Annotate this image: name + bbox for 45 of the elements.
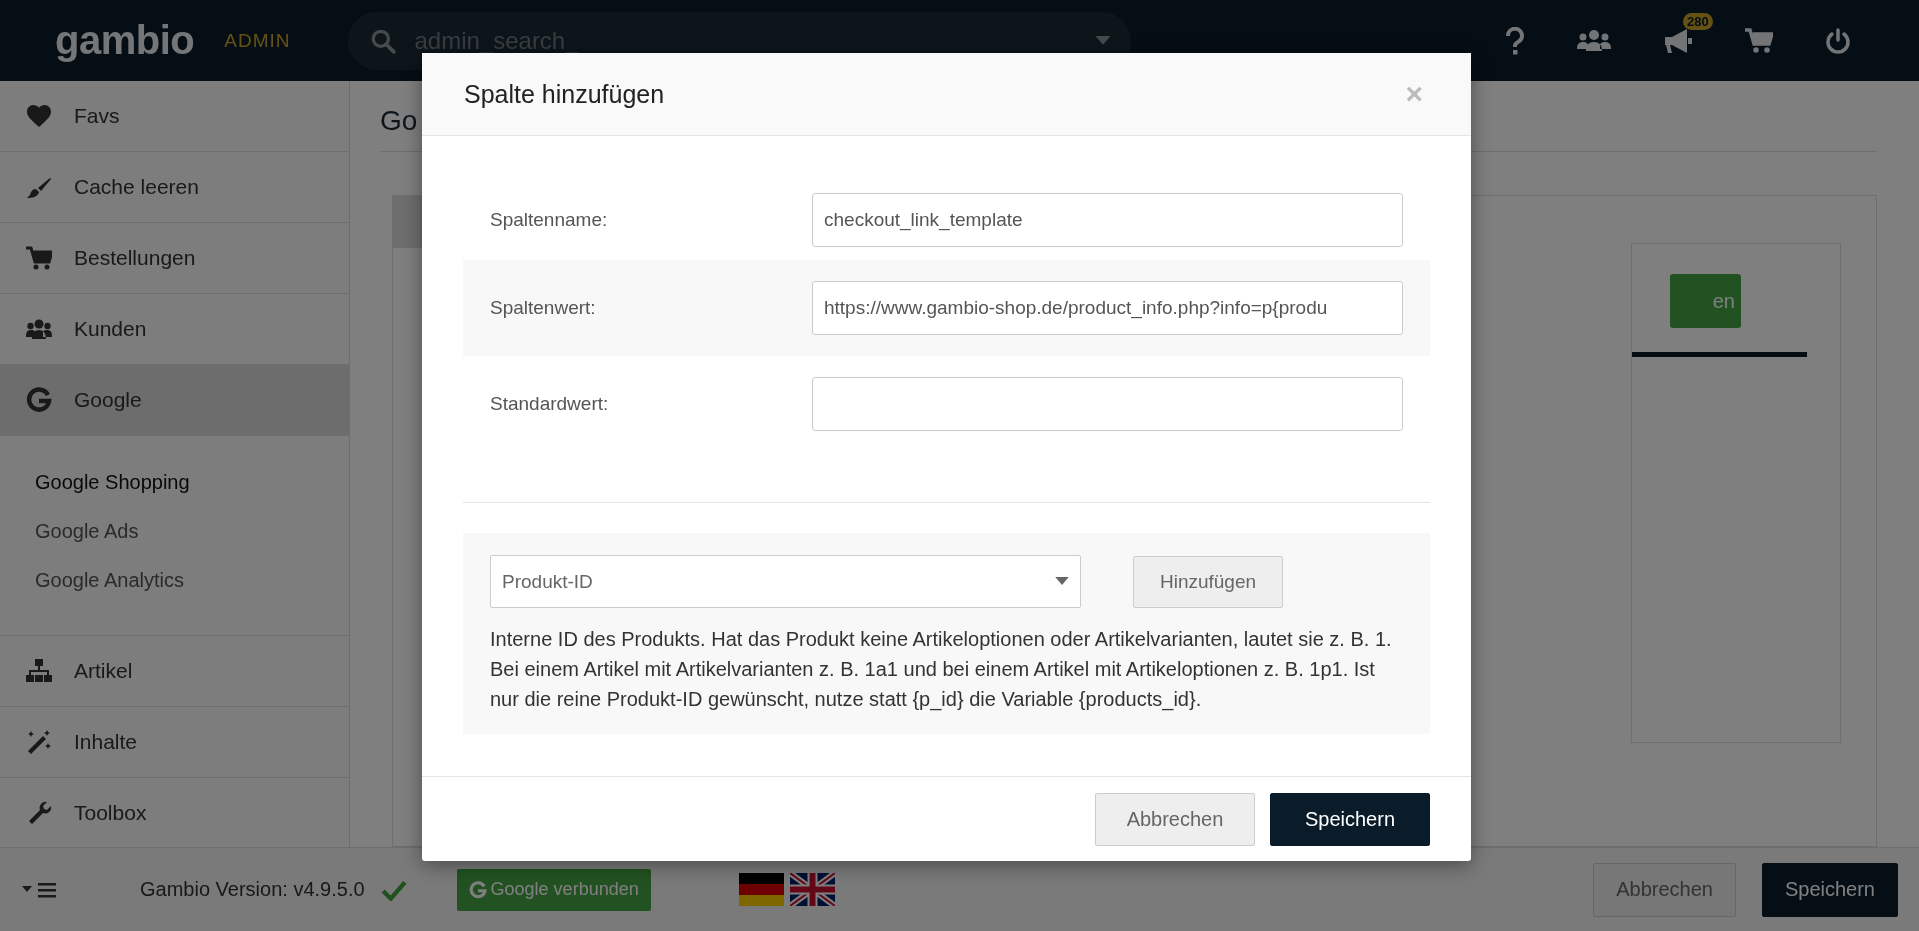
sidebar-item[interactable]: Cache leeren <box>0 152 349 223</box>
add-button[interactable]: Hinzufügen <box>1133 555 1283 608</box>
cancel-button[interactable]: Abbrechen <box>1095 792 1255 846</box>
sidebar-item[interactable]: Inhalte <box>0 707 349 778</box>
german-flag-icon[interactable] <box>738 873 784 906</box>
input-field[interactable] <box>812 377 1403 431</box>
google-connected-button[interactable]: Google verbunden <box>456 868 651 911</box>
users-icon[interactable] <box>1577 28 1611 53</box>
input-field[interactable]: https://www.gambio-shop.de/product_info.php?info=p{produ <box>812 281 1403 335</box>
cart-icon[interactable] <box>1745 27 1773 54</box>
field-label: Spaltenwert: <box>490 297 597 319</box>
sidebar-subitem[interactable]: Google Shopping <box>0 458 349 507</box>
sidebar-item[interactable]: Artikel <box>0 636 349 707</box>
field-label: Standardwert: <box>490 393 610 415</box>
cancel-button[interactable]: Abbrechen <box>1593 862 1736 917</box>
action-button[interactable]: en <box>1670 274 1741 328</box>
caret-down-icon <box>1055 577 1069 586</box>
sitemap-icon <box>26 658 52 684</box>
variable-select[interactable]: Produkt-ID <box>490 555 1081 608</box>
save-button[interactable]: Speichern <box>1270 792 1430 846</box>
heart-icon <box>26 103 52 129</box>
help-icon[interactable] <box>1505 26 1525 55</box>
sidebar-subitem[interactable]: Google Analytics <box>0 556 349 605</box>
variable-description: Interne ID des Produkts. Hat das Produkt keine Artikeloptionen oder Artikelvarianten, lautet sie z. B. 1. Bei einem Artikel mit Artikelvarianten z. B. 1a1 und bei einem Artikel mit Artikeloptionen z. B. 1p1. Ist nur die reine Produkt-ID gewünscht, nutze statt {p_id} die Variable {products_id}. <box>490 627 1393 713</box>
google-logo-icon <box>468 880 487 899</box>
save-button[interactable]: Speichern <box>1761 862 1898 917</box>
sidebar-subitem[interactable]: Google Ads <box>0 507 349 556</box>
wand-icon <box>26 729 52 755</box>
megaphone-icon[interactable] <box>1663 26 1693 55</box>
sidebar-item[interactable]: Favs <box>0 81 349 152</box>
check-icon <box>380 878 407 901</box>
version-label: Gambio Version: v4.9.5.0 <box>140 878 365 901</box>
google-logo-icon <box>26 387 52 413</box>
sidebar-item[interactable]: Google <box>0 365 349 436</box>
admin-label: ADMIN <box>224 29 291 52</box>
field-label: Spaltenname: <box>490 209 609 231</box>
power-icon[interactable] <box>1825 27 1851 54</box>
search-icon <box>370 27 397 54</box>
logo[interactable]: gambio <box>55 18 195 63</box>
input-field[interactable]: checkout_link_template <box>812 193 1403 247</box>
cart-icon <box>26 245 52 271</box>
notification-badge: 280 <box>1683 12 1713 30</box>
modal-title: Spalte hinzufügen <box>464 79 665 109</box>
sidebar-item[interactable]: Bestellungen <box>0 223 349 294</box>
british-flag-icon[interactable] <box>789 873 835 906</box>
